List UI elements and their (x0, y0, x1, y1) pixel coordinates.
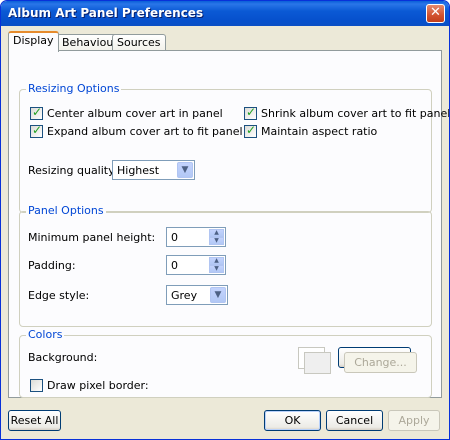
chevron-down-icon[interactable]: ▼ (210, 287, 226, 303)
tab-display[interactable]: Display (8, 31, 59, 52)
draw-pixel-border-checkbox[interactable]: Draw pixel border: (30, 379, 149, 392)
reset-all-button[interactable]: Reset All (8, 410, 61, 431)
background-color-label: Background: (28, 351, 98, 364)
spin-up-icon[interactable]: ▲ (209, 229, 224, 237)
check-icon: ✓ (32, 123, 43, 137)
edge-style-select[interactable]: Grey ▼ (166, 285, 228, 305)
edge-style-value: Grey (171, 289, 198, 302)
spin-buttons: ▲ ▼ (209, 257, 224, 273)
preferences-window: Album Art Panel Preferences ✕ Display Be… (0, 0, 450, 440)
spin-up-icon[interactable]: ▲ (209, 257, 224, 265)
checkbox-box (30, 379, 43, 392)
draw-pixel-border-label: Draw pixel border: (47, 379, 149, 392)
shrink-art-label: Shrink album cover art to fit panel (261, 107, 450, 120)
padding-value: 0 (171, 259, 178, 272)
check-icon: ✓ (246, 105, 257, 119)
padding-label: Padding: (28, 259, 76, 272)
window-title: Album Art Panel Preferences (8, 6, 204, 20)
change-border-button[interactable]: Change... (344, 352, 417, 373)
resizing-options-title: Resizing Options (26, 82, 122, 95)
spin-buttons: ▲ ▼ (209, 229, 224, 245)
min-height-value: 0 (171, 231, 178, 244)
resizing-options-group: Resizing Options ✓ Center album cover ar… (19, 82, 449, 213)
aspect-ratio-label: Maintain aspect ratio (261, 125, 378, 138)
min-height-stepper[interactable]: 0 ▲ ▼ (166, 227, 226, 247)
display-tab-panel: Resizing Options ✓ Center album cover ar… (8, 50, 449, 398)
apply-button[interactable]: Apply (388, 410, 440, 431)
resizing-quality-select[interactable]: Highest ▼ (112, 160, 195, 180)
shrink-art-checkbox[interactable]: ✓ Shrink album cover art to fit panel (244, 105, 450, 120)
checkbox-box: ✓ (30, 123, 43, 138)
checkbox-box: ✓ (30, 105, 43, 120)
min-height-label: Minimum panel height: (28, 231, 156, 244)
title-bar[interactable]: Album Art Panel Preferences ✕ (1, 1, 449, 26)
center-art-label: Center album cover art in panel (47, 107, 223, 120)
resizing-quality-value: Highest (117, 164, 160, 177)
spin-down-icon[interactable]: ▼ (209, 265, 224, 273)
spin-down-icon[interactable]: ▼ (209, 237, 224, 245)
check-icon: ✓ (32, 105, 43, 119)
chevron-down-icon[interactable]: ▼ (177, 162, 193, 178)
expand-art-label: Expand album cover art to fit panel (47, 125, 243, 138)
aspect-ratio-checkbox[interactable]: ✓ Maintain aspect ratio (244, 123, 378, 138)
ok-button[interactable]: OK (264, 410, 321, 431)
panel-options-group: Panel Options Minimum panel height: 0 ▲ … (19, 204, 432, 327)
padding-stepper[interactable]: 0 ▲ ▼ (166, 255, 226, 275)
center-art-checkbox[interactable]: ✓ Center album cover art in panel (30, 105, 223, 120)
resizing-quality-label: Resizing quality: (28, 164, 118, 177)
check-icon: ✓ (246, 123, 257, 137)
tab-sources[interactable]: Sources (112, 34, 166, 51)
border-color-swatch (304, 352, 331, 374)
panel-options-title: Panel Options (26, 204, 106, 217)
checkbox-box: ✓ (244, 123, 257, 138)
colors-title: Colors (26, 328, 65, 341)
checkbox-box: ✓ (244, 105, 257, 120)
close-button[interactable]: ✕ (426, 4, 445, 23)
expand-art-checkbox[interactable]: ✓ Expand album cover art to fit panel (30, 123, 243, 138)
edge-style-label: Edge style: (28, 289, 90, 302)
cancel-button[interactable]: Cancel (326, 410, 383, 431)
dialog-body: Display Behaviour Sources Resizing Optio… (4, 26, 449, 438)
